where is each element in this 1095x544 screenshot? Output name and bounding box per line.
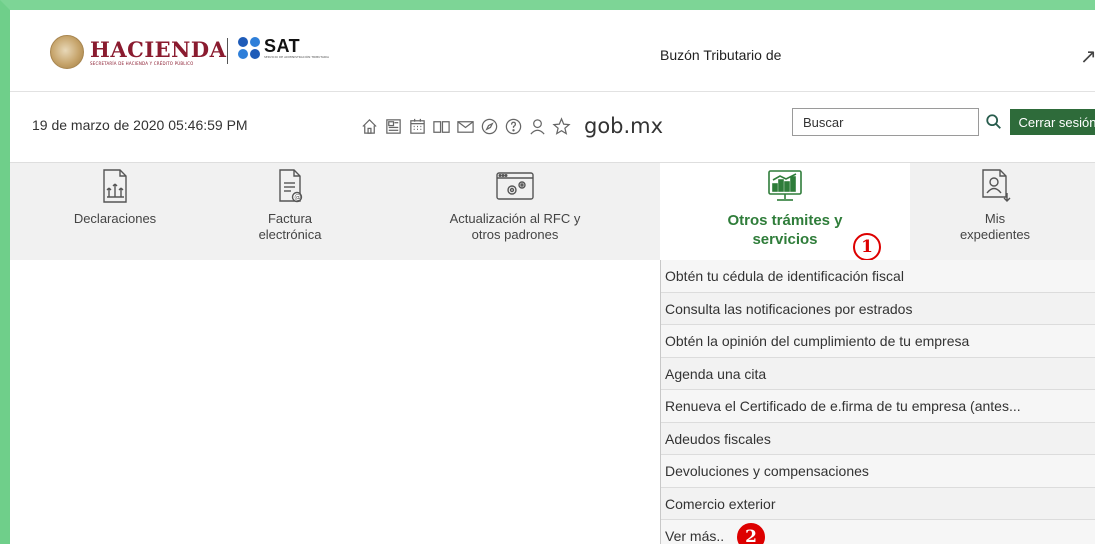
site-header: HACIENDA SECRETARÍA DE HACIENDA Y CRÉDIT…	[10, 10, 1095, 92]
calendar-icon[interactable]	[406, 115, 429, 138]
search-input[interactable]	[792, 108, 979, 136]
folder-person-icon	[978, 167, 1012, 205]
hacienda-logo[interactable]: HACIENDA SECRETARÍA DE HACIENDA Y CRÉDIT…	[50, 34, 226, 70]
otros-tramites-dropdown: Obtén tu cédula de identificación fiscal…	[660, 260, 1095, 544]
home-icon[interactable]	[358, 115, 381, 138]
nav-declaraciones[interactable]: Declaraciones	[50, 163, 180, 261]
sat-dots-icon	[238, 37, 260, 59]
gob-mx-link[interactable]: gob.mx	[584, 114, 663, 138]
seal-icon	[50, 35, 84, 69]
window-frame: HACIENDA SECRETARÍA DE HACIENDA Y CRÉDIT…	[0, 0, 1095, 544]
menu-item-comercio-exterior[interactable]: Comercio exterior	[661, 487, 1095, 520]
nav-mis-expedientes[interactable]: Mis expedientes	[935, 163, 1055, 261]
menu-item-renueva-efirma[interactable]: Renueva el Certificado de e.firma de tu …	[661, 390, 1095, 423]
sat-logo-subtitle: SERVICIO DE ADMINISTRACIÓN TRIBUTARIA	[264, 55, 330, 59]
menu-item-cedula[interactable]: Obtén tu cédula de identificación fiscal	[661, 260, 1095, 293]
monitor-chart-icon	[765, 167, 805, 205]
sat-logo-title: SAT	[264, 36, 301, 56]
quick-icons: gob.mx	[358, 114, 663, 138]
logout-button[interactable]: Cerrar sesión	[1010, 109, 1095, 135]
hacienda-logo-subtitle: SECRETARÍA DE HACIENDA Y CRÉDITO PÚBLICO	[90, 60, 194, 66]
nav-label-declaraciones: Declaraciones	[73, 211, 157, 226]
utility-bar: 19 de marzo de 2020 05:46:59 PM gob.mx B…	[10, 93, 1095, 161]
help-icon[interactable]	[502, 115, 525, 138]
svg-text:@: @	[294, 194, 301, 202]
nav-factura[interactable]: @ Factura electrónica	[225, 163, 355, 261]
book-icon[interactable]	[430, 115, 453, 138]
menu-item-ver-mas[interactable]: Ver más..	[661, 520, 1095, 544]
settings-window-icon	[495, 167, 535, 205]
nav-label-actualizacion-rfc: Actualización al RFC y otros padrones	[449, 211, 581, 242]
menu-item-adeudos[interactable]: Adeudos fiscales	[661, 422, 1095, 455]
nav-label-mis-expedientes: Mis expedientes	[959, 211, 1031, 242]
menu-item-opinion-cumplimiento[interactable]: Obtén la opinión del cumplimiento de tu …	[661, 325, 1095, 358]
nav-actualizacion-rfc[interactable]: Actualización al RFC y otros padrones	[425, 163, 605, 261]
page-title: Buzón Tributario de	[660, 47, 782, 63]
step-2-badge: 2	[737, 523, 765, 544]
arrow-icon: ↗	[1080, 44, 1095, 68]
search-icon[interactable]	[982, 110, 1006, 134]
mail-icon[interactable]	[454, 115, 477, 138]
nav-label-factura: Factura electrónica	[258, 211, 322, 242]
menu-item-agenda-cita[interactable]: Agenda una cita	[661, 357, 1095, 390]
sat-logo[interactable]: SAT SERVICIO DE ADMINISTRACIÓN TRIBUTARI…	[238, 37, 329, 59]
menu-item-devoluciones[interactable]: Devoluciones y compensaciones	[661, 455, 1095, 488]
star-icon[interactable]	[550, 115, 573, 138]
news-icon[interactable]	[382, 115, 405, 138]
main-nav: Declaraciones @ Factura electrónica Actu…	[10, 162, 1095, 261]
step-1-badge: 1	[853, 233, 881, 261]
current-datetime: 19 de marzo de 2020 05:46:59 PM	[32, 117, 248, 133]
compass-icon[interactable]	[478, 115, 501, 138]
hacienda-logo-title: HACIENDA	[90, 36, 227, 62]
document-chart-icon	[98, 167, 132, 205]
logo-divider	[227, 38, 228, 64]
user-icon[interactable]	[526, 115, 549, 138]
invoice-icon: @	[273, 167, 307, 205]
menu-item-notificaciones[interactable]: Consulta las notificaciones por estrados	[661, 292, 1095, 325]
